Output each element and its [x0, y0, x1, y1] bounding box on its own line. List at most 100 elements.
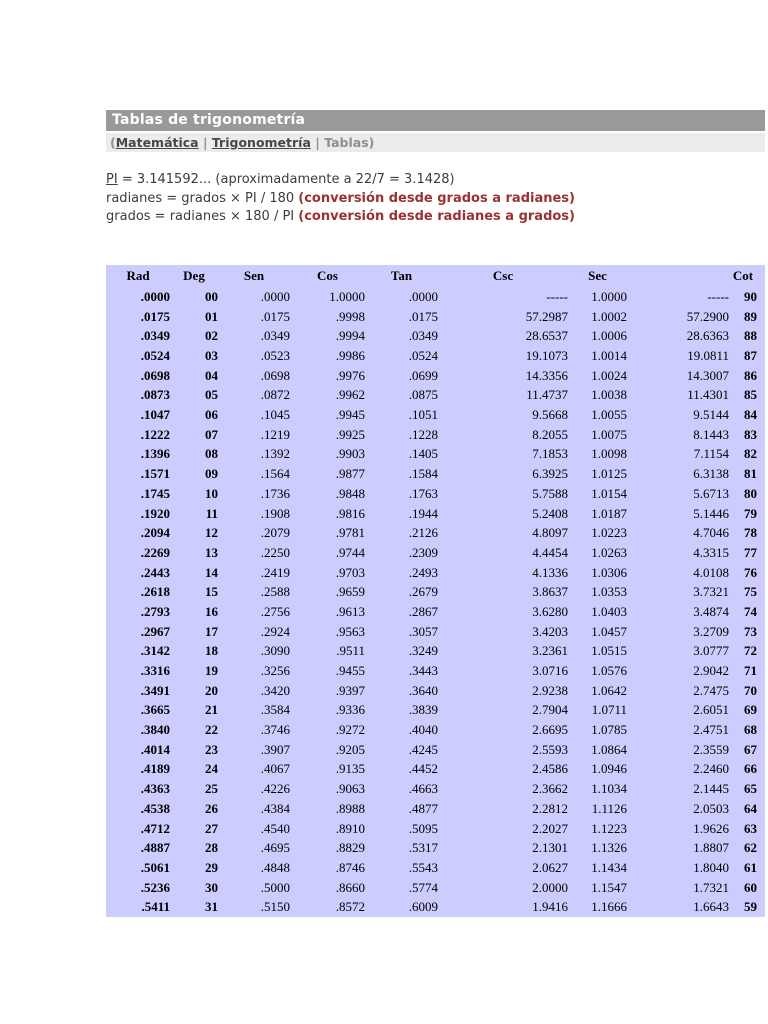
table-cell-cos: .9962 [335, 387, 365, 403]
table-cell-deg: 24 [205, 761, 218, 777]
table-cell-cot-values: 8.1443 [693, 426, 729, 442]
table-cell-csc: 3.0716 [532, 663, 568, 679]
table-cell-deg: 01 [205, 308, 218, 324]
table-cell-cot-values: 2.3559 [693, 741, 729, 757]
table-cell-cos: .9816 [335, 505, 365, 521]
table-cell-deg: 00 [205, 288, 218, 304]
table-cell-sen: .5000 [260, 879, 290, 895]
table-cell-rad: .1745 [140, 485, 170, 501]
table-cell-deg: 31 [205, 899, 218, 915]
table-cell-tan: .3443 [408, 663, 438, 679]
table-cell-tan: .1405 [408, 446, 438, 462]
table-row: .2967 17 .2924 .9563 .3057 3.4203 1.0457 3.2709… [106, 622, 765, 642]
table-row: .0000 00 .0000 1.0000 .0000 ----- 1.0000 ----- 9… [106, 287, 765, 307]
table-cell-deg: 02 [205, 328, 218, 344]
table-cell-cos: .9063 [335, 781, 365, 797]
table-cell-csc: 4.1336 [532, 564, 568, 580]
column-header-cos: Cos [317, 268, 338, 284]
table-cell-tan: .0349 [408, 328, 438, 344]
table-cell-deg: 28 [205, 840, 218, 856]
table-cell-rad: .3142 [140, 643, 170, 659]
table-cell-sec: 1.1666 [591, 899, 627, 915]
pi-link[interactable]: PI [106, 172, 118, 187]
table-cell-sen: .0698 [260, 367, 290, 383]
table-cell-deg: 27 [205, 820, 218, 836]
table-row: .4712 27 .4540 .8910 .5095 2.2027 1.1223 1.9626… [106, 819, 765, 839]
column-header-cot-values [627, 265, 729, 287]
table-cell-csc: 9.5668 [532, 407, 568, 423]
table-cell-deg: 20 [205, 682, 218, 698]
table-cell-rad: .4014 [140, 741, 170, 757]
table-cell-cot: 76 [744, 564, 757, 580]
table-row: .0698 04 .0698 .9976 .0699 14.3356 1.0024 14.30… [106, 366, 765, 386]
table-row: .5236 30 .5000 .8660 .5774 2.0000 1.1547 1.7321… [106, 878, 765, 898]
table-cell-rad: .4887 [140, 840, 170, 856]
table-cell-cot-values: 1.8040 [693, 859, 729, 875]
table-cell-sen: .3090 [260, 643, 290, 659]
table-cell-tan: .2493 [408, 564, 438, 580]
table-cell-deg: 23 [205, 741, 218, 757]
table-cell-cos: .9998 [335, 308, 365, 324]
table-cell-cot-values: 2.0503 [693, 800, 729, 816]
table-cell-deg: 25 [205, 781, 218, 797]
table-cell-rad: .0175 [140, 308, 170, 324]
table-cell-sec: 1.0125 [591, 466, 627, 482]
table-cell-cos: .9563 [335, 623, 365, 639]
table-cell-deg: 10 [205, 485, 218, 501]
table-cell-deg: 05 [205, 387, 218, 403]
table-cell-sec: 1.0014 [591, 348, 627, 364]
table-cell-sen: .4540 [260, 820, 290, 836]
breadcrumb-separator: | [310, 135, 325, 150]
table-cell-sen: .3584 [260, 702, 290, 718]
breadcrumb-link-trigonometria[interactable]: Trigonometría [212, 135, 311, 150]
table-cell-cot: 64 [744, 800, 757, 816]
table-cell-csc: 11.4737 [526, 387, 568, 403]
table-cell-cos: .8746 [335, 859, 365, 875]
table-cell-csc: 2.2812 [532, 800, 568, 816]
table-row: .0175 01 .0175 .9998 .0175 57.2987 1.0002 57.29… [106, 307, 765, 327]
table-cell-rad: .1047 [140, 407, 170, 423]
table-cell-cot-values: 4.0108 [693, 564, 729, 580]
table-cell-tan: .3249 [408, 643, 438, 659]
table-cell-rad: .1920 [140, 505, 170, 521]
table-cell-deg: 11 [205, 505, 218, 521]
breadcrumb-link-matematica[interactable]: Matemática [116, 135, 199, 150]
table-cell-tan: .3057 [408, 623, 438, 639]
table-row: .1745 10 .1736 .9848 .1763 5.7588 1.0154 5.6713… [106, 484, 765, 504]
table-cell-tan: .3640 [408, 682, 438, 698]
table-cell-cos: .9986 [335, 348, 365, 364]
table-cell-sec: 1.0187 [591, 505, 627, 521]
intro-text: PI = 3.141592... (aproximadamente a 22/7… [106, 171, 765, 227]
table-cell-sen: .4384 [260, 800, 290, 816]
table-cell-csc: 57.2987 [525, 308, 568, 324]
table-row: .3142 18 .3090 .9511 .3249 3.2361 1.0515 3.0777… [106, 641, 765, 661]
table-cell-deg: 19 [205, 663, 218, 679]
table-cell-cot-values: 5.6713 [693, 485, 729, 501]
radians-conversion-note: (conversión desde grados a radianes) [298, 190, 575, 206]
table-row: .0524 03 .0523 .9986 .0524 19.1073 1.0014 19.08… [106, 346, 765, 366]
table-cell-rad: .4712 [140, 820, 170, 836]
table-cell-rad: .3665 [140, 702, 170, 718]
table-cell-csc: 3.8637 [532, 584, 568, 600]
table-cell-csc: 6.3925 [532, 466, 568, 482]
table-cell-deg: 12 [205, 525, 218, 541]
table-cell-sen: .2079 [260, 525, 290, 541]
table-row: .5411 31 .5150 .8572 .6009 1.9416 1.1666 1.6643… [106, 897, 765, 917]
column-header-deg: Deg [183, 268, 205, 284]
table-cell-cot-values: 2.2460 [693, 761, 729, 777]
table-row: .4189 24 .4067 .9135 .4452 2.4586 1.0946 2.2460… [106, 760, 765, 780]
pi-line: PI = 3.141592... (aproximadamente a 22/7… [106, 171, 765, 190]
table-cell-sec: 1.0353 [591, 584, 627, 600]
table-row: .3665 21 .3584 .9336 .3839 2.7904 1.0711 2.6051… [106, 701, 765, 721]
table-cell-sen: .4226 [260, 781, 290, 797]
table-cell-sen: .2250 [260, 544, 290, 560]
table-cell-sec: 1.0075 [591, 426, 627, 442]
table-cell-sen: .0349 [260, 328, 290, 344]
table-cell-csc: 8.2055 [532, 426, 568, 442]
table-cell-cot: 82 [744, 446, 757, 462]
table-cell-cot: 68 [744, 722, 757, 738]
table-cell-sen: .2924 [260, 623, 290, 639]
table-cell-cot: 90 [744, 288, 757, 304]
table-cell-sec: 1.1326 [591, 840, 627, 856]
table-cell-cos: .9336 [335, 702, 365, 718]
